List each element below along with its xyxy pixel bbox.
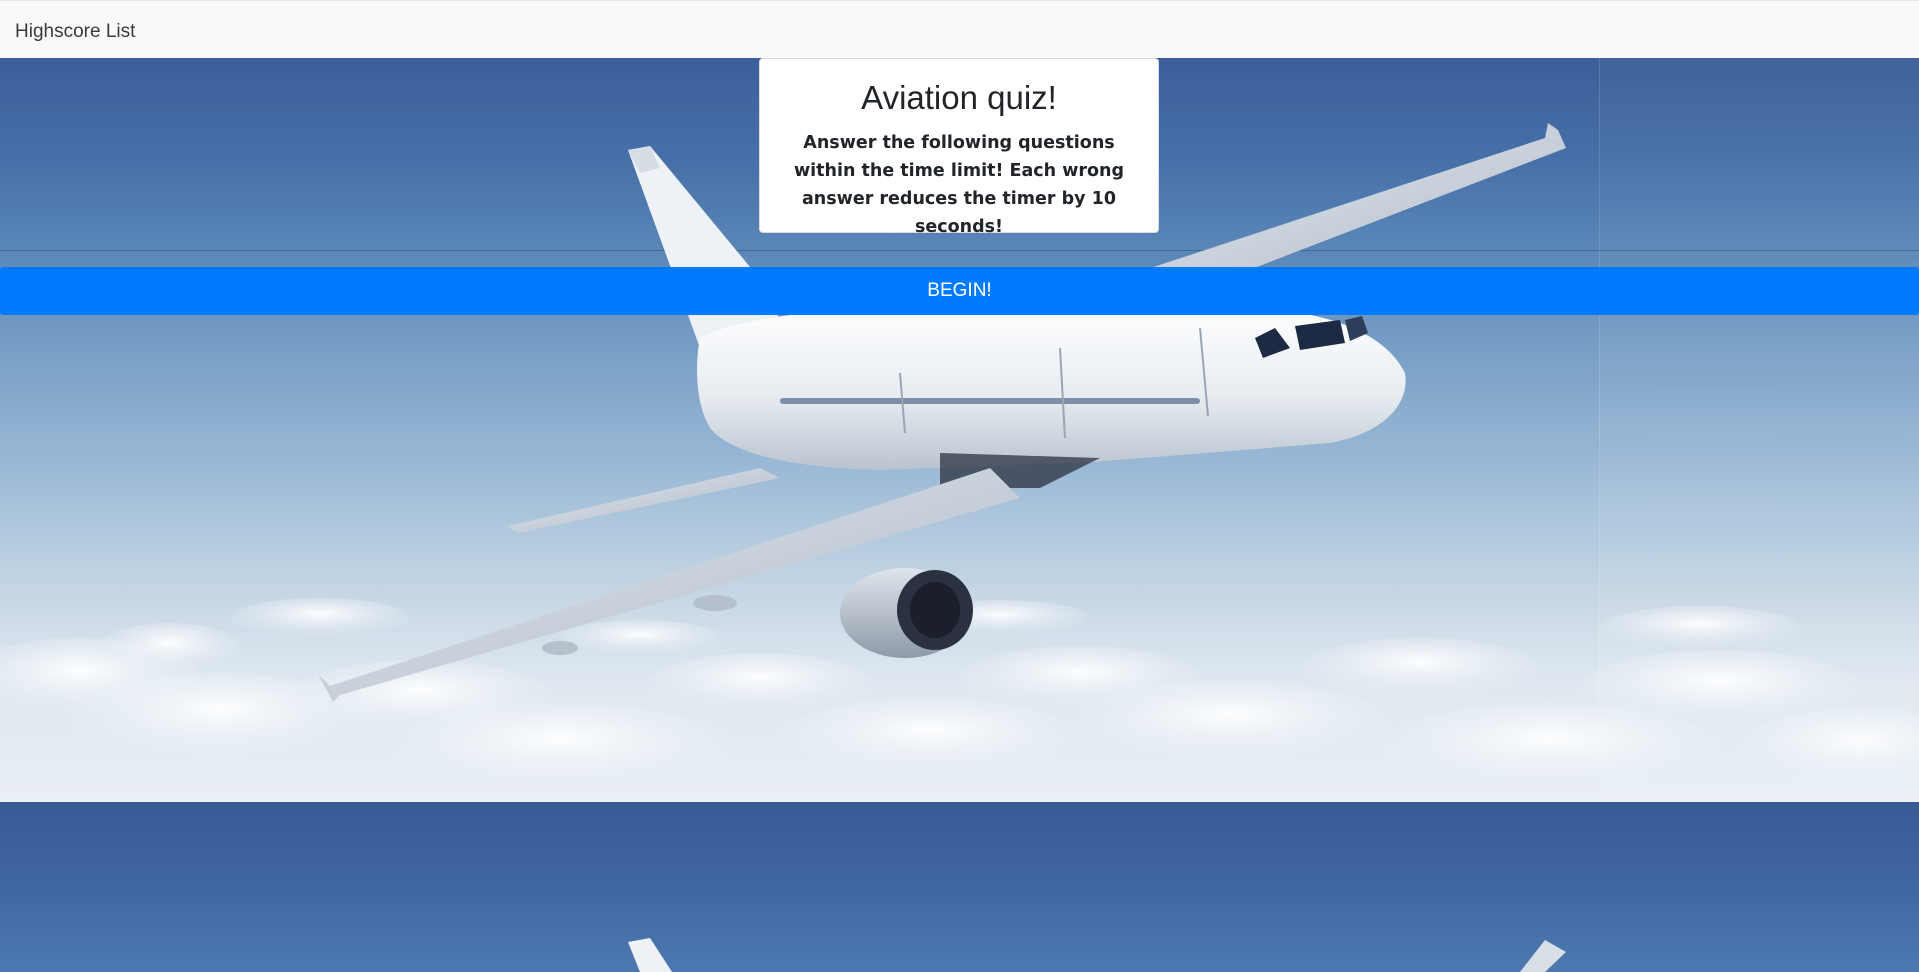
- airplane-tail-fragment: [628, 938, 1566, 972]
- background-image-repeat: [0, 802, 1919, 972]
- begin-button[interactable]: BEGIN!: [0, 267, 1919, 315]
- intro-card: Aviation quiz! Answer the following ques…: [759, 58, 1159, 237]
- top-navbar: Highscore List: [0, 0, 1919, 58]
- quiz-start-page: Highscore List Aviation quiz! Answer the…: [0, 0, 1919, 972]
- quiz-instructions: Answer the following questions within th…: [793, 133, 1125, 237]
- quiz-title: Aviation quiz!: [861, 79, 1057, 116]
- highscore-list-link[interactable]: Highscore List: [15, 21, 135, 43]
